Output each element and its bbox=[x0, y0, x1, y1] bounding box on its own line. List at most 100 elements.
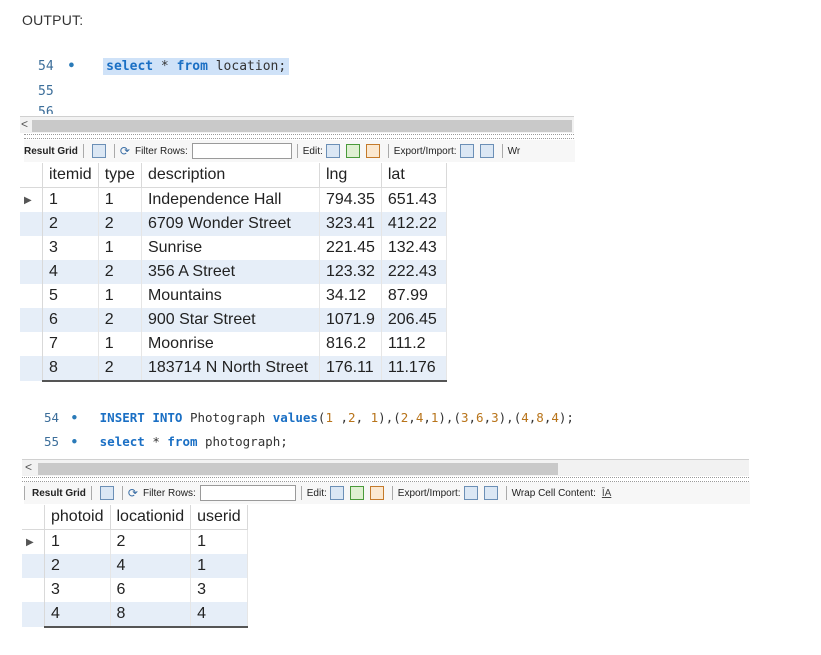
insert-statement[interactable]: INSERT INTO Photograph values(1 ,2, 1),(… bbox=[100, 410, 574, 425]
table-row[interactable]: 3 1 Sunrise 221.45 132.43 bbox=[20, 236, 447, 260]
export-icon[interactable] bbox=[463, 486, 478, 500]
cell[interactable]: 1 bbox=[190, 529, 248, 554]
cell[interactable]: 323.41 bbox=[319, 212, 382, 236]
cell[interactable]: 651.43 bbox=[381, 187, 447, 212]
cell[interactable]: 3 bbox=[44, 578, 111, 602]
refresh-icon[interactable]: ⟳ bbox=[128, 486, 138, 500]
table-row[interactable]: 2 2 6709 Wonder Street 323.41 412.22 bbox=[20, 212, 447, 236]
cell[interactable]: 2 bbox=[98, 212, 142, 236]
column-header[interactable]: lat bbox=[381, 163, 447, 188]
cell[interactable]: 412.22 bbox=[381, 212, 447, 236]
cell[interactable]: 794.35 bbox=[319, 187, 382, 212]
cell[interactable]: 2 bbox=[98, 260, 142, 284]
cell[interactable]: 87.99 bbox=[381, 284, 447, 308]
import-icon[interactable] bbox=[479, 144, 494, 158]
add-row-icon[interactable] bbox=[349, 486, 364, 500]
cell[interactable]: 34.12 bbox=[319, 284, 382, 308]
cell[interactable]: 3 bbox=[190, 578, 248, 602]
cell[interactable]: 206.45 bbox=[381, 308, 447, 332]
selected-query[interactable]: select * from location; bbox=[103, 58, 290, 75]
cell[interactable]: 3 bbox=[42, 236, 99, 260]
filter-rows-input[interactable] bbox=[191, 143, 292, 159]
cell[interactable]: 816.2 bbox=[319, 332, 382, 356]
cell[interactable]: 1 bbox=[42, 187, 99, 212]
sql-editor-2[interactable]: 54 • INSERT INTO Photograph values(1 ,2,… bbox=[44, 406, 574, 454]
column-header[interactable]: userid bbox=[190, 505, 248, 530]
table-row[interactable]: 2 4 1 bbox=[22, 554, 248, 578]
table-row[interactable]: 8 2 183714 N North Street 176.11 11.176 bbox=[20, 356, 447, 382]
table-row[interactable]: 3 6 3 bbox=[22, 578, 248, 602]
cell[interactable]: 900 Star Street bbox=[141, 308, 320, 332]
cell[interactable]: 1 bbox=[98, 284, 142, 308]
column-header[interactable]: description bbox=[141, 163, 320, 188]
cell[interactable]: 123.32 bbox=[319, 260, 382, 284]
cell[interactable]: 6 bbox=[42, 308, 99, 332]
cell[interactable]: 5 bbox=[42, 284, 99, 308]
cell[interactable]: 1071.9 bbox=[319, 308, 382, 332]
add-row-icon[interactable] bbox=[345, 144, 360, 158]
table-row[interactable]: 4 8 4 bbox=[22, 602, 248, 628]
cell[interactable]: 6709 Wonder Street bbox=[141, 212, 320, 236]
table-row[interactable]: 5 1 Mountains 34.12 87.99 bbox=[20, 284, 447, 308]
cell[interactable]: 1 bbox=[98, 332, 142, 356]
grid-view-icon[interactable] bbox=[91, 144, 106, 158]
cell[interactable]: Mountains bbox=[141, 284, 320, 308]
edit-row-icon[interactable] bbox=[329, 486, 344, 500]
filter-rows-input[interactable] bbox=[199, 485, 296, 501]
cell[interactable]: Moonrise bbox=[141, 332, 320, 356]
editor-1-horizontal-scrollbar[interactable]: < bbox=[20, 116, 574, 133]
cell[interactable]: 1 bbox=[98, 187, 142, 212]
table-row[interactable]: 6 2 900 Star Street 1071.9 206.45 bbox=[20, 308, 447, 332]
cell[interactable]: 1 bbox=[190, 554, 248, 578]
cell[interactable]: 8 bbox=[110, 602, 192, 628]
cell[interactable]: 6 bbox=[110, 578, 192, 602]
column-header[interactable]: itemid bbox=[42, 163, 99, 188]
editor-2-horizontal-scrollbar[interactable]: < bbox=[22, 459, 749, 476]
grid-view-icon[interactable] bbox=[99, 486, 114, 500]
cell[interactable]: 111.2 bbox=[381, 332, 447, 356]
column-header[interactable]: lng bbox=[319, 163, 382, 188]
result-grid-tab[interactable]: Result Grid bbox=[24, 146, 78, 157]
edit-row-icon[interactable] bbox=[325, 144, 340, 158]
cell[interactable]: Independence Hall bbox=[141, 187, 320, 212]
scrollbar-thumb[interactable] bbox=[38, 463, 558, 475]
refresh-icon[interactable]: ⟳ bbox=[120, 144, 130, 158]
delete-row-icon[interactable] bbox=[365, 144, 380, 158]
cell[interactable]: 222.43 bbox=[381, 260, 447, 284]
splitter-handle[interactable] bbox=[24, 134, 574, 139]
cell[interactable]: 2 bbox=[110, 529, 192, 554]
column-header[interactable]: locationid bbox=[110, 505, 192, 530]
cell[interactable]: 4 bbox=[190, 602, 248, 628]
result-grid-tab[interactable]: Result Grid bbox=[32, 488, 86, 499]
cell[interactable]: 2 bbox=[44, 554, 111, 578]
wrap-cell-icon[interactable]: ĪA bbox=[602, 488, 611, 499]
cell[interactable]: 2 bbox=[98, 308, 142, 332]
cell[interactable]: 1 bbox=[98, 236, 142, 260]
cell[interactable]: 1 bbox=[44, 529, 111, 554]
scroll-left-icon[interactable]: < bbox=[21, 117, 28, 131]
table-row[interactable]: ▶ 1 1 Independence Hall 794.35 651.43 bbox=[20, 187, 447, 212]
cell[interactable]: Sunrise bbox=[141, 236, 320, 260]
column-header[interactable]: type bbox=[98, 163, 142, 188]
cell[interactable]: 221.45 bbox=[319, 236, 382, 260]
table-row[interactable]: ▶ 1 2 1 bbox=[22, 529, 248, 554]
cell[interactable]: 132.43 bbox=[381, 236, 447, 260]
cell[interactable]: 183714 N North Street bbox=[141, 356, 320, 382]
cell[interactable]: 356 A Street bbox=[141, 260, 320, 284]
cell[interactable]: 2 bbox=[42, 212, 99, 236]
scroll-left-icon[interactable]: < bbox=[25, 460, 32, 474]
cell[interactable]: 2 bbox=[98, 356, 142, 382]
sql-editor-1[interactable]: 54 • select * from location; 55 56 bbox=[38, 54, 290, 114]
export-icon[interactable] bbox=[459, 144, 474, 158]
cell[interactable]: 7 bbox=[42, 332, 99, 356]
delete-row-icon[interactable] bbox=[369, 486, 384, 500]
scrollbar-thumb[interactable] bbox=[32, 120, 572, 132]
cell[interactable]: 8 bbox=[42, 356, 99, 382]
column-header[interactable]: photoid bbox=[44, 505, 111, 530]
cell[interactable]: 11.176 bbox=[381, 356, 447, 382]
table-row[interactable]: 4 2 356 A Street 123.32 222.43 bbox=[20, 260, 447, 284]
cell[interactable]: 4 bbox=[110, 554, 192, 578]
import-icon[interactable] bbox=[483, 486, 498, 500]
table-row[interactable]: 7 1 Moonrise 816.2 111.2 bbox=[20, 332, 447, 356]
cell[interactable]: 4 bbox=[42, 260, 99, 284]
